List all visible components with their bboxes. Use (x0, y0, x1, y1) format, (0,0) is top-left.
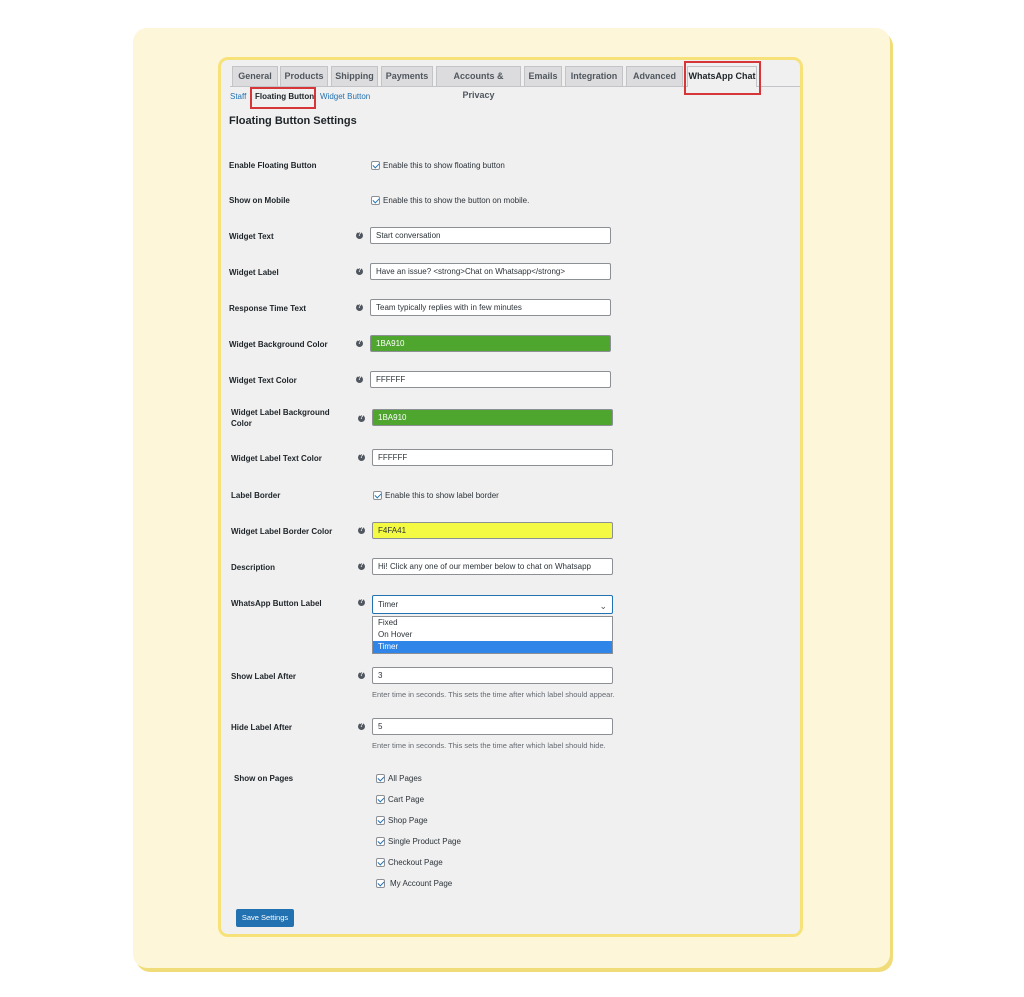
page-checkbox-shop[interactable] (376, 816, 385, 825)
label-border-text: Enable this to show label border (385, 491, 499, 500)
show-after-description: Enter time in seconds. This sets the tim… (372, 690, 615, 699)
help-icon[interactable]: ? (358, 563, 365, 570)
enable-floating-label: Enable Floating Button (229, 161, 317, 170)
widget-text-color-label: Widget Text Color (229, 376, 297, 385)
response-time-input[interactable]: Team typically replies with in few minut… (370, 299, 611, 316)
widget-text-input[interactable]: Start conversation (370, 227, 611, 244)
show-after-input[interactable]: 3 (372, 667, 613, 684)
description-input[interactable]: Hi! Click any one of our member below to… (372, 558, 613, 575)
show-mobile-checkbox[interactable] (371, 196, 380, 205)
help-icon[interactable]: ? (356, 340, 363, 347)
help-icon[interactable]: ? (356, 232, 363, 239)
tab-products[interactable]: Products (280, 66, 328, 86)
show-after-label: Show Label After (231, 672, 297, 681)
page-checkbox-single-product[interactable] (376, 837, 385, 846)
tab-shipping[interactable]: Shipping (331, 66, 378, 86)
tab-accounts-privacy[interactable]: Accounts & Privacy (436, 66, 521, 100)
label-border-color-input[interactable]: F4FA41 (372, 522, 613, 539)
button-label-select-value: Timer (378, 600, 399, 609)
help-icon[interactable]: ? (356, 376, 363, 383)
widget-label-label: Widget Label (229, 268, 279, 277)
subnav-staff[interactable]: Staff (230, 92, 246, 101)
page-option-label: My Account Page (390, 879, 453, 888)
help-icon[interactable]: ? (358, 454, 365, 461)
tab-payments[interactable]: Payments (381, 66, 433, 86)
button-label-dropdown: Fixed On Hover Timer (372, 616, 613, 654)
subnav-widget-button[interactable]: Widget Button (320, 92, 370, 101)
page-option-label: Single Product Page (388, 837, 461, 846)
help-icon[interactable]: ? (356, 304, 363, 311)
help-icon[interactable]: ? (356, 268, 363, 275)
show-mobile-label: Show on Mobile (229, 196, 290, 205)
show-pages-label: Show on Pages (234, 774, 294, 783)
button-label-label: WhatsApp Button Label (231, 599, 322, 608)
widget-label-input[interactable]: Have an issue? <strong>Chat on Whatsapp<… (370, 263, 611, 280)
hide-after-label: Hide Label After (231, 723, 293, 732)
widget-bg-color-input[interactable]: 1BA910 (370, 335, 611, 352)
dropdown-option-timer[interactable]: Timer (373, 641, 612, 653)
label-border-color-label: Widget Label Border Color (231, 527, 333, 536)
widget-text-label: Widget Text (229, 232, 274, 241)
label-border-checkbox[interactable] (373, 491, 382, 500)
page-option-label: Cart Page (388, 795, 425, 804)
tab-integration[interactable]: Integration (565, 66, 623, 86)
page-checkbox-checkout[interactable] (376, 858, 385, 867)
tab-general[interactable]: General (232, 66, 278, 86)
label-text-color-input[interactable]: FFFFFF (372, 449, 613, 466)
subnav-highlight (250, 87, 316, 109)
description-label: Description (231, 563, 276, 572)
page-checkbox-my-account[interactable] (376, 879, 385, 888)
enable-floating-text: Enable this to show floating button (383, 161, 505, 170)
chevron-down-icon: ⌄ (599, 601, 607, 611)
page-checkbox-all[interactable] (376, 774, 385, 783)
label-bg-color-input[interactable]: 1BA910 (372, 409, 613, 426)
dropdown-option-on-hover[interactable]: On Hover (373, 629, 612, 641)
help-icon[interactable]: ? (358, 527, 365, 534)
page-option-label: Checkout Page (388, 858, 443, 867)
page-checkbox-cart[interactable] (376, 795, 385, 804)
label-border-label: Label Border (231, 491, 281, 500)
dropdown-option-fixed[interactable]: Fixed (373, 617, 612, 629)
help-icon[interactable]: ? (358, 672, 365, 679)
page-option-label: All Pages (388, 774, 422, 783)
help-icon[interactable]: ? (358, 415, 365, 422)
hide-after-input[interactable]: 5 (372, 718, 613, 735)
page-option-label: Shop Page (388, 816, 428, 825)
label-bg-color-label: Widget Label Background Color (231, 408, 330, 428)
help-icon[interactable]: ? (358, 599, 365, 606)
show-mobile-text: Enable this to show the button on mobile… (383, 196, 530, 205)
tab-emails[interactable]: Emails (524, 66, 562, 86)
tab-advanced[interactable]: Advanced (626, 66, 683, 86)
widget-text-color-input[interactable]: FFFFFF (370, 371, 611, 388)
response-time-label: Response Time Text (229, 304, 307, 313)
widget-bg-color-label: Widget Background Color (229, 340, 328, 349)
label-text-color-label: Widget Label Text Color (231, 454, 322, 463)
enable-floating-checkbox[interactable] (371, 161, 380, 170)
settings-panel: General Products Shipping Payments Accou… (218, 57, 803, 937)
page-title: Floating Button Settings (229, 115, 357, 127)
hide-after-description: Enter time in seconds. This sets the tim… (372, 741, 606, 750)
save-settings-button[interactable]: Save Settings (236, 909, 294, 927)
button-label-select[interactable]: Timer ⌄ (372, 595, 613, 614)
help-icon[interactable]: ? (358, 723, 365, 730)
tab-highlight (684, 61, 761, 95)
